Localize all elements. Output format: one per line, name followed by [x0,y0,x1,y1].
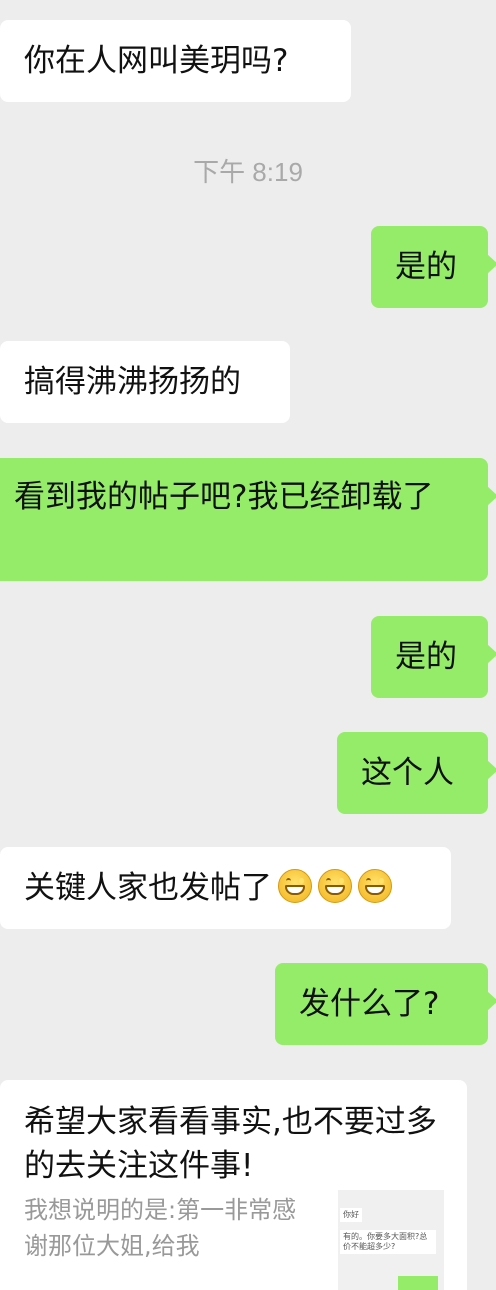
message-bubble-outgoing[interactable]: 是的 [371,616,496,698]
message-bubble-outgoing[interactable]: 发什么了? [275,963,496,1045]
message-text: 这个人 [361,755,454,791]
message-bubble-outgoing[interactable]: 这个人 [337,732,496,814]
thumbnail-bubble [398,1276,438,1290]
message-text: 搞得沸沸扬扬的 [24,364,241,400]
timestamp: 下午 8:19 [193,157,303,187]
link-card-message[interactable]: 希望大家看看事实,也不要过多的去关注这件事! 我想说明的是:第一非常感谢那位大姐… [0,1080,467,1290]
message-bubble-outgoing[interactable]: 是的 [371,226,496,308]
message-text: 发什么了? [299,986,440,1022]
message-text: 是的 [395,249,457,285]
card-thumbnail: 你好 有的。你要多大面积?总价不能超多少? [338,1190,444,1290]
message-bubble-incoming[interactable]: 搞得沸沸扬扬的 [0,341,290,423]
message-text: 关键人家也发帖了 [24,870,272,906]
message-bubble-incoming[interactable]: 你在人网叫美玥吗? [0,20,351,102]
thumbnail-text: 你好 [340,1208,362,1222]
message-text: 看到我的帖子吧?我已经卸载了 [14,479,434,515]
message-bubble-incoming[interactable]: 关键人家也发帖了 [0,847,451,929]
message-text: 你在人网叫美玥吗? [24,43,289,79]
grin-icon [318,869,352,903]
grin-icon [358,869,392,903]
message-bubble-outgoing[interactable]: 看到我的帖子吧?我已经卸载了 [0,458,496,581]
card-title: 希望大家看看事实,也不要过多的去关注这件事! [24,1104,437,1184]
card-description: 我想说明的是:第一非常感谢那位大姐,给我 [24,1196,297,1260]
grin-icon [278,869,312,903]
message-text: 是的 [395,639,457,675]
thumbnail-text: 有的。你要多大面积?总价不能超多少? [340,1230,436,1254]
